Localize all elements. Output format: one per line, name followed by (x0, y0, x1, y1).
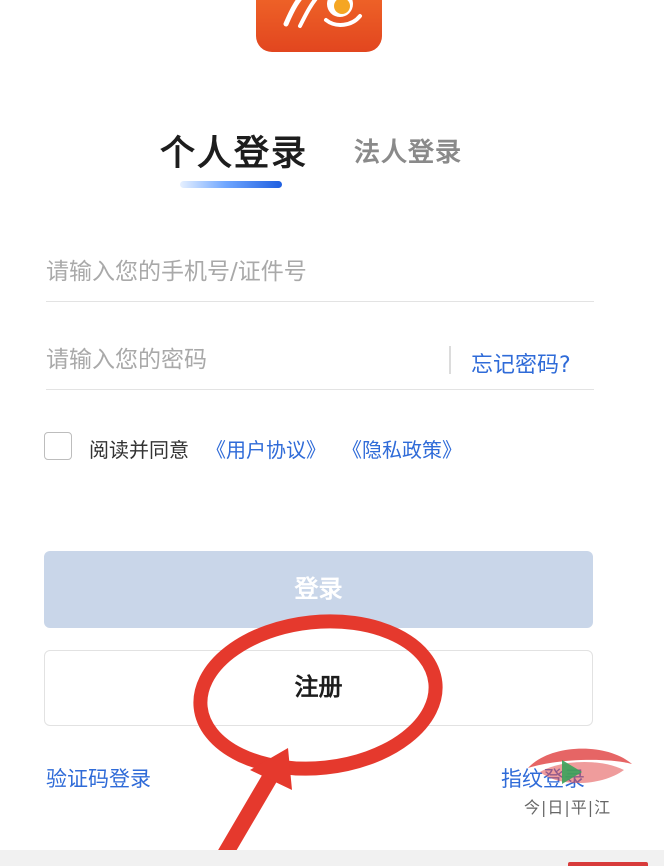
bottom-bar (0, 850, 664, 866)
privacy-policy-link[interactable]: 《隐私政策》 (342, 434, 462, 463)
login-tabs: 个人登录 法人登录 (0, 125, 664, 195)
user-agreement-link[interactable]: 《用户协议》 (206, 434, 326, 463)
tab-legal-login[interactable]: 法人登录 (354, 132, 462, 169)
annotation-arrow-head (250, 748, 292, 790)
sms-code-login-link[interactable]: 验证码登录 (46, 763, 151, 793)
watermark-text: 今|日|平|江 (524, 798, 612, 817)
phone-input[interactable] (46, 252, 586, 292)
app-logo-icon (283, 0, 362, 28)
app-logo (256, 0, 382, 52)
watermark: 今|日|平|江 (520, 738, 640, 818)
forgot-password-link[interactable]: 忘记密码? (471, 347, 571, 379)
password-field: 忘记密码? (46, 328, 594, 390)
phone-field (46, 240, 594, 302)
register-button[interactable]: 注册 (44, 650, 593, 726)
agreement-checkbox[interactable] (44, 432, 72, 460)
tab-personal-login[interactable]: 个人登录 (160, 125, 308, 176)
agreement-text: 阅读并同意 (89, 438, 189, 462)
active-tab-indicator (180, 181, 282, 188)
login-button[interactable]: 登录 (44, 551, 593, 628)
watermark-logo-icon (528, 748, 632, 784)
password-input[interactable] (46, 340, 436, 380)
bottom-accent (568, 862, 648, 866)
field-divider (449, 346, 451, 374)
